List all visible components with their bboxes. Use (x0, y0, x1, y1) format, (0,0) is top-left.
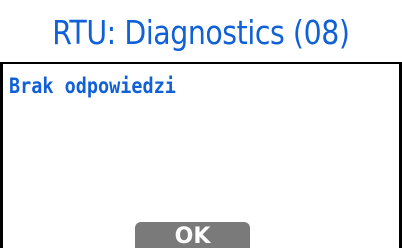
left-frame-border (0, 64, 3, 248)
ok-button-label: OK (174, 224, 211, 248)
status-message: Brak odpowiedzi (9, 74, 176, 98)
title-bar: RTU: Diagnostics (08) (0, 0, 402, 62)
dialog-title: RTU: Diagnostics (08) (52, 12, 350, 52)
diagnostics-dialog: RTU: Diagnostics (08) Brak odpowiedzi OK (0, 0, 402, 248)
ok-button[interactable]: OK (135, 222, 250, 248)
title-divider (0, 62, 402, 64)
